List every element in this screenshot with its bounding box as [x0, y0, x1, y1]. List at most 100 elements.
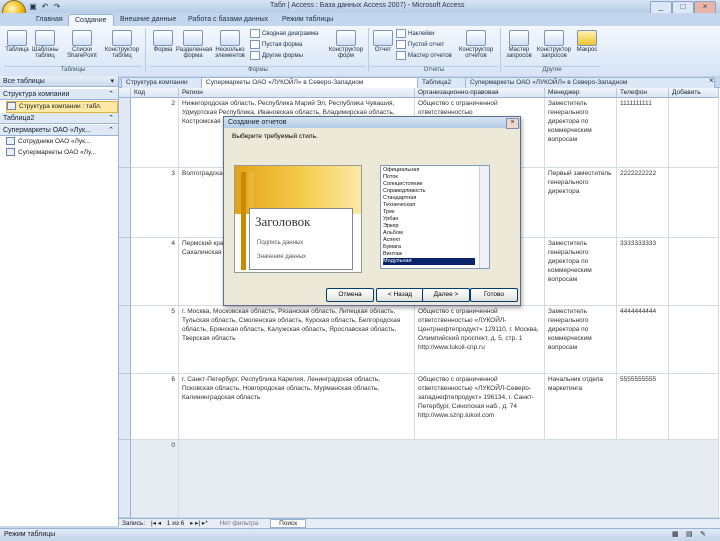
next-button[interactable]: Далее > [422, 288, 470, 302]
column-header-org[interactable]: Организационно-правовая [415, 88, 545, 98]
tab-database-tools[interactable]: Работа с базами данных [182, 14, 274, 26]
table-cell[interactable]: Начальник отдела маркетинга [545, 374, 617, 440]
chevron-down-icon[interactable]: ▾ [110, 76, 114, 87]
table-cell[interactable]: 3333333333 [617, 238, 669, 306]
pivot-chart-button[interactable]: Сводная диаграмма [250, 29, 318, 38]
multiple-items-button[interactable]: Несколько элементов [212, 30, 248, 59]
table-cell[interactable]: 6 [131, 374, 179, 440]
style-list[interactable]: Официальная Поток Солнцестояние Справедл… [380, 165, 490, 269]
table-cell[interactable]: г. Санкт-Петербург, Республика Карелия, … [179, 374, 415, 440]
row-selector[interactable] [119, 374, 131, 440]
cancel-button[interactable]: Отмена [326, 288, 374, 302]
blank-form-button[interactable]: Пустая форма [250, 40, 302, 49]
list-item[interactable]: Эркер [383, 223, 475, 230]
table-cell[interactable]: г. Москва, Московская область, Рязанская… [179, 306, 415, 374]
chevron-up-icon[interactable]: ⌃ [108, 113, 114, 124]
list-item[interactable]: Винтаж [383, 251, 475, 258]
doc-tab-structure[interactable]: Структура компании [121, 77, 209, 88]
column-header-id[interactable]: Код [131, 88, 179, 98]
table-cell[interactable]: 1111111111 [617, 98, 669, 168]
table-cell[interactable] [669, 238, 719, 306]
labels-button[interactable]: Наклейки [396, 29, 435, 38]
first-record-icon[interactable]: |◂ [151, 520, 156, 527]
column-header-region[interactable]: Регион [179, 88, 415, 98]
tab-external-data[interactable]: Внешние данные [114, 14, 182, 26]
select-all-corner[interactable] [119, 88, 131, 98]
report-button[interactable]: Отчет [370, 30, 396, 53]
table-cell[interactable]: 0 [131, 440, 179, 518]
table-cell[interactable]: Общество с ограниченной ответственностью… [415, 374, 545, 440]
form-design-button[interactable]: Конструктор форм [326, 30, 366, 59]
list-item[interactable]: Солнцестояние [383, 181, 475, 188]
table-cell[interactable]: Заместитель генерального директора по ко… [545, 98, 617, 168]
table-cell[interactable]: 5555555555 [617, 374, 669, 440]
row-selector[interactable] [119, 306, 131, 374]
form-button[interactable]: Форма [150, 30, 176, 53]
list-item[interactable]: Аспект [383, 237, 475, 244]
tab-home[interactable]: Главная [30, 14, 69, 26]
table-templates-button[interactable]: Шаблоны таблиц [32, 30, 59, 59]
list-item[interactable]: Бумага [383, 244, 475, 251]
more-forms-button[interactable]: Другие формы [250, 51, 303, 60]
table-button[interactable]: Таблица [4, 30, 30, 53]
table-cell[interactable]: Общество с ограниченной ответственностью… [415, 306, 545, 374]
query-design-button[interactable]: Конструктор запросов [536, 30, 572, 59]
nav-section-table2[interactable]: Таблица2 ⌃ [0, 113, 118, 124]
record-position[interactable]: 1 из 6 [167, 520, 184, 527]
list-item[interactable]: Поток [383, 174, 475, 181]
column-header-phone[interactable]: Телефон [617, 88, 669, 98]
report-design-button[interactable]: Конструктор отчетов [456, 30, 496, 59]
table-cell[interactable]: Первый заместитель генерального директор… [545, 168, 617, 238]
list-item[interactable]: Трек [383, 209, 475, 216]
close-icon[interactable]: × [709, 76, 714, 85]
tab-datasheet[interactable]: Режим таблицы [276, 14, 339, 26]
design-view-icon[interactable]: ✎ [700, 529, 706, 541]
filter-indicator[interactable]: Нет фильтра [220, 520, 259, 527]
table-cell[interactable]: 4 [131, 238, 179, 306]
table-cell[interactable]: Заместитель генерального директора по ко… [545, 306, 617, 374]
table-cell[interactable] [179, 440, 719, 518]
row-selector[interactable] [119, 168, 131, 238]
nav-item-supermarkets[interactable]: Супермаркеты ОАО «Лу... [6, 148, 116, 158]
undo-icon[interactable]: ↶ [40, 2, 50, 11]
table-cell[interactable]: 2222222222 [617, 168, 669, 238]
table-cell[interactable]: 4444444444 [617, 306, 669, 374]
column-header-manager[interactable]: Менеджер [545, 88, 617, 98]
chevron-up-icon[interactable]: ⌃ [108, 125, 114, 136]
finish-button[interactable]: Готово [470, 288, 518, 302]
table-cell[interactable]: 3 [131, 168, 179, 238]
table-cell[interactable] [669, 98, 719, 168]
nav-item-structure-table[interactable]: Структура компании : табл. [6, 101, 118, 113]
last-record-icon[interactable]: ▸| [195, 520, 200, 527]
list-item-selected[interactable]: Модульная [383, 258, 475, 265]
nav-section-supermarkets[interactable]: Супермаркеты ОАО «Лук... ⌃ [0, 125, 118, 136]
nav-item-employees[interactable]: Сотрудники ОАО «Лук... [6, 137, 116, 147]
search-input[interactable]: Поиск [270, 519, 307, 528]
save-icon[interactable]: ▣ [28, 2, 38, 11]
table-cell[interactable]: Заместитель генерального директора по ко… [545, 238, 617, 306]
table-design-button[interactable]: Конструктор таблиц [104, 30, 140, 59]
dialog-close-button[interactable]: × [506, 118, 519, 129]
macro-button[interactable]: Макрос [574, 30, 600, 53]
blank-report-button[interactable]: Пустой отчет [396, 40, 444, 49]
list-item[interactable]: Стандартная [383, 195, 475, 202]
next-record-icon[interactable]: ▸ [190, 520, 193, 527]
nav-header[interactable]: Все таблицы ▾ [0, 76, 118, 87]
report-wizard-button[interactable]: Мастер отчетов [396, 51, 452, 60]
chevron-up-icon[interactable]: ⌃ [108, 89, 114, 100]
list-scrollbar[interactable] [479, 166, 489, 268]
prev-record-icon[interactable]: ◂ [158, 520, 161, 527]
table-cell[interactable] [669, 168, 719, 238]
doc-tab-supermarkets[interactable]: Супермаркеты ОАО «ЛУКОЙЛ» в Северо-Запад… [201, 77, 425, 88]
redo-icon[interactable]: ↷ [52, 2, 62, 11]
table-cell[interactable]: 5 [131, 306, 179, 374]
row-selector[interactable] [119, 238, 131, 306]
table-cell[interactable] [669, 306, 719, 374]
sharepoint-lists-button[interactable]: Списки SharePoint [64, 30, 100, 59]
table-cell[interactable] [669, 374, 719, 440]
pivot-view-icon[interactable]: ▤ [686, 529, 693, 541]
table-cell[interactable]: 2 [131, 98, 179, 168]
datasheet-view-icon[interactable]: ▦ [672, 529, 679, 541]
new-record-icon[interactable]: ▸* [202, 520, 208, 527]
list-item[interactable]: Официальная [383, 167, 475, 174]
